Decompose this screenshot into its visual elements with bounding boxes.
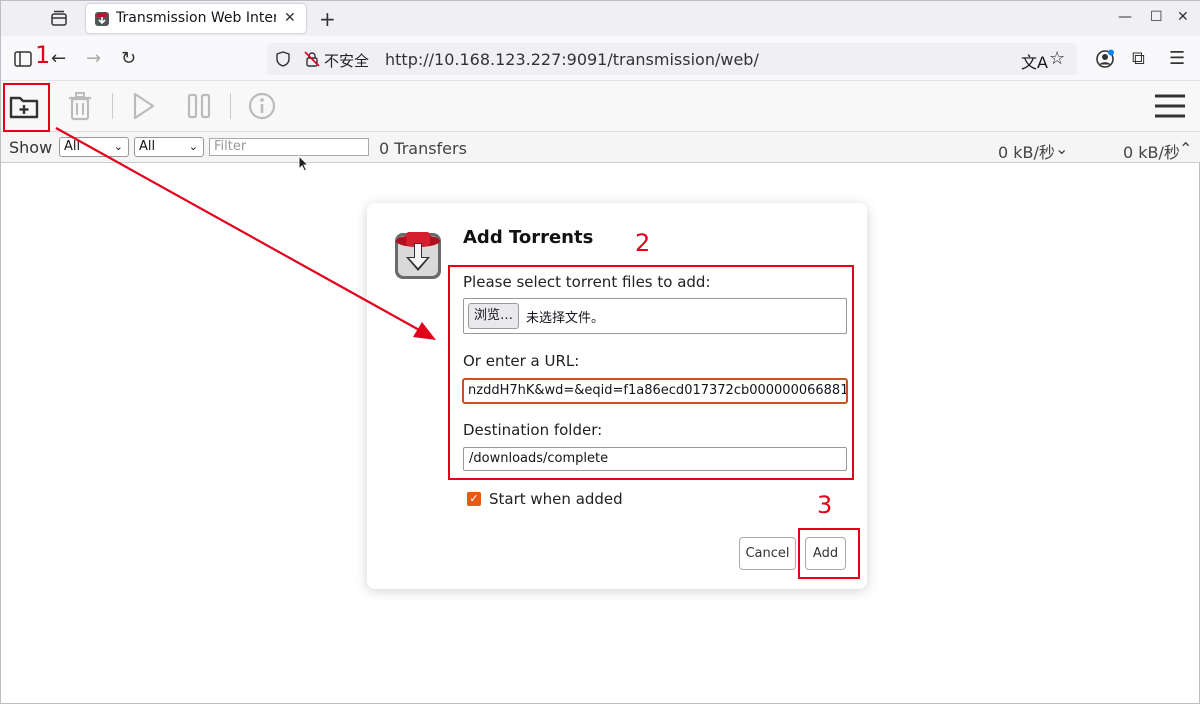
shield-icon[interactable] xyxy=(275,51,291,67)
filter-bar: Show All ⌄ All ⌄ Filter 0 Transfers 0 kB… xyxy=(1,132,1200,163)
start-when-added-checkbox[interactable]: ✓ xyxy=(467,492,481,506)
transmission-toolbar xyxy=(1,81,1200,132)
annotation-number-2: 2 xyxy=(635,229,651,257)
bookmark-star-icon[interactable]: ☆ xyxy=(1049,48,1065,69)
mouse-cursor-icon xyxy=(298,155,309,172)
address-bar[interactable]: 不安全 http://10.168.123.227:9091/transmiss… xyxy=(267,43,1077,75)
close-tab-icon[interactable]: ✕ xyxy=(284,10,296,26)
browser-window: Transmission Web Interface ✕ + — ☐ ✕ ← →… xyxy=(0,0,1200,704)
pause-torrent-icon[interactable] xyxy=(183,90,215,122)
chevron-up-icon[interactable]: ⌃ xyxy=(1179,139,1192,158)
reload-icon[interactable]: ↻ xyxy=(121,48,136,69)
browser-tab[interactable]: Transmission Web Interface ✕ xyxy=(86,4,306,33)
transfer-count: 0 Transfers xyxy=(379,139,467,158)
remove-torrent-icon[interactable] xyxy=(64,90,96,122)
sidebar-icon[interactable] xyxy=(14,51,32,67)
url-text[interactable]: http://10.168.123.227:9091/transmission/… xyxy=(385,50,759,69)
translate-icon[interactable]: 文A xyxy=(1021,49,1048,73)
annotation-box-1 xyxy=(3,83,50,132)
status-filter-value: All xyxy=(64,139,81,154)
main-menu-icon[interactable] xyxy=(1154,90,1186,122)
start-torrent-icon[interactable] xyxy=(127,90,159,122)
upload-speed[interactable]: 0 kB/秒 xyxy=(1123,139,1180,163)
annotation-number-1: 1 xyxy=(35,41,51,69)
annotation-box-2 xyxy=(448,265,854,480)
app-menu-icon[interactable]: ☰ xyxy=(1169,48,1185,69)
transmission-favicon xyxy=(95,12,109,26)
info-icon[interactable] xyxy=(246,90,278,122)
chevron-down-icon: ⌄ xyxy=(188,140,198,153)
account-icon[interactable] xyxy=(1095,49,1115,69)
new-tab-icon[interactable]: + xyxy=(319,7,336,31)
status-filter-select[interactable]: All ⌄ xyxy=(59,137,129,157)
tab-bar: Transmission Web Interface ✕ + — ☐ ✕ xyxy=(1,1,1200,36)
tab-title: Transmission Web Interface xyxy=(116,10,276,26)
chevron-down-icon[interactable]: ⌄ xyxy=(1055,139,1068,158)
close-window-icon[interactable]: ✕ xyxy=(1177,9,1189,25)
security-label[interactable]: 不安全 xyxy=(324,50,369,71)
maximize-icon[interactable]: ☐ xyxy=(1150,9,1163,25)
dialog-title: Add Torrents xyxy=(463,227,594,248)
transmission-logo-icon xyxy=(395,232,441,279)
filter-input[interactable]: Filter xyxy=(209,138,369,156)
chevron-down-icon: ⌄ xyxy=(113,140,123,153)
toolbar-separator xyxy=(112,93,113,119)
navigation-bar: ← → ↻ 不安全 http://10.168.123.227:9091/tra… xyxy=(1,36,1200,81)
start-when-added-label[interactable]: Start when added xyxy=(489,490,623,508)
forward-icon[interactable]: → xyxy=(86,48,101,69)
toolbar-separator xyxy=(230,93,231,119)
annotation-number-3: 3 xyxy=(817,491,833,519)
extensions-icon[interactable]: ⧉ xyxy=(1132,48,1145,69)
download-speed[interactable]: 0 kB/秒 xyxy=(998,139,1055,163)
tracker-filter-select[interactable]: All ⌄ xyxy=(134,137,204,157)
annotation-box-3 xyxy=(798,528,860,579)
tracker-filter-value: All xyxy=(139,139,156,154)
minimize-icon[interactable]: — xyxy=(1118,9,1132,25)
back-icon[interactable]: ← xyxy=(51,48,66,69)
tab-list-icon[interactable] xyxy=(49,9,69,29)
show-label: Show xyxy=(9,138,53,157)
cancel-button[interactable]: Cancel xyxy=(739,537,796,570)
insecure-lock-icon[interactable] xyxy=(304,51,320,67)
